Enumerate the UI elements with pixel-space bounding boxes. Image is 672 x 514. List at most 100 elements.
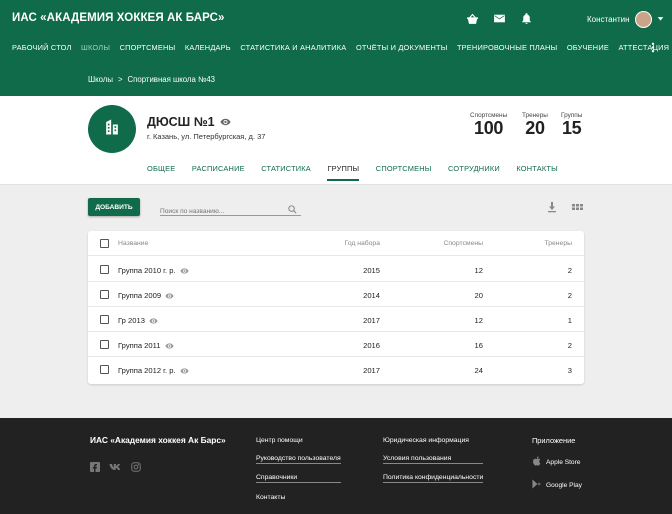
footer-link-user-guide[interactable]: Руководство пользователя bbox=[256, 455, 341, 464]
user-menu[interactable]: Константин bbox=[587, 11, 664, 28]
column-name[interactable]: Название bbox=[118, 240, 148, 247]
group-name: Группа 2011 bbox=[118, 341, 174, 351]
select-all-checkbox[interactable] bbox=[100, 239, 109, 248]
footer-link-directories[interactable]: Справочники bbox=[256, 474, 341, 483]
nav-item-learning[interactable]: ОБУЧЕНИЕ bbox=[567, 43, 609, 52]
group-coaches: 2 bbox=[567, 341, 572, 350]
tab-general[interactable]: ОБЩЕЕ bbox=[147, 164, 175, 181]
footer-link-terms[interactable]: Условия пользования bbox=[383, 455, 484, 464]
search-icon[interactable] bbox=[287, 202, 298, 220]
school-name: ДЮСШ №1 bbox=[147, 115, 231, 129]
building-icon bbox=[102, 117, 122, 142]
more-vertical-icon[interactable] bbox=[651, 42, 655, 56]
stat-value: 20 bbox=[525, 118, 545, 138]
row-checkbox[interactable] bbox=[100, 290, 109, 299]
tab-contacts[interactable]: КОНТАКТЫ bbox=[516, 164, 557, 181]
download-icon[interactable] bbox=[547, 200, 557, 218]
mail-icon[interactable] bbox=[493, 12, 506, 25]
school-tabs: ОБЩЕЕ РАСПИСАНИЕ СТАТИСТИКА ГРУППЫ СПОРТ… bbox=[147, 164, 574, 181]
eye-icon[interactable] bbox=[165, 292, 174, 301]
nav-item-athletes[interactable]: СПОРТСМЕНЫ bbox=[120, 43, 176, 52]
table-row[interactable]: Группа 2012 г. р. 2017 24 3 bbox=[88, 357, 584, 382]
group-name: Гр 2013 bbox=[118, 316, 158, 326]
row-checkbox[interactable] bbox=[100, 265, 109, 274]
tab-schedule[interactable]: РАСПИСАНИЕ bbox=[192, 164, 245, 181]
eye-icon[interactable] bbox=[220, 115, 231, 129]
footer-app-title: Приложение bbox=[532, 436, 576, 445]
eye-icon[interactable] bbox=[164, 342, 174, 351]
basket-icon[interactable] bbox=[466, 12, 479, 25]
facebook-icon[interactable] bbox=[90, 459, 100, 477]
nav-item-reports[interactable]: ОТЧЁТЫ И ДОКУМЕНТЫ bbox=[356, 43, 448, 52]
group-year: 2015 bbox=[363, 266, 380, 275]
group-name-text[interactable]: Группа 2009 bbox=[118, 291, 161, 300]
nav-item-training-plans[interactable]: ТРЕНИРОВОЧНЫЕ ПЛАНЫ bbox=[457, 43, 557, 52]
vk-icon[interactable] bbox=[109, 459, 122, 477]
nav-item-certification[interactable]: АТТЕСТАЦИЯ bbox=[619, 43, 670, 52]
nav-item-calendar[interactable]: КАЛЕНДАРЬ bbox=[185, 43, 231, 52]
add-button[interactable]: ДОБАВИТЬ bbox=[88, 198, 140, 216]
group-name-text[interactable]: Группа 2010 г. р. bbox=[118, 266, 176, 275]
table-row[interactable]: Группа 2011 2016 16 2 bbox=[88, 332, 584, 357]
group-year: 2016 bbox=[363, 341, 380, 350]
grid-view-icon[interactable] bbox=[572, 201, 583, 219]
school-address: г. Казань, ул. Петербургская, д. 37 bbox=[147, 132, 266, 141]
row-checkbox[interactable] bbox=[100, 315, 109, 324]
eye-icon[interactable] bbox=[179, 367, 189, 376]
group-coaches: 2 bbox=[567, 266, 572, 275]
tab-groups[interactable]: ГРУППЫ bbox=[327, 164, 360, 181]
breadcrumb-separator: > bbox=[117, 75, 123, 84]
column-year[interactable]: Год набора bbox=[345, 240, 380, 247]
tab-staff[interactable]: СОТРУДНИКИ bbox=[448, 164, 500, 181]
row-checkbox[interactable] bbox=[100, 365, 109, 374]
table-row[interactable]: Группа 2009 2014 20 2 bbox=[88, 282, 584, 307]
user-name: Константин bbox=[587, 15, 630, 24]
footer-link-help-center[interactable]: Центр помощи bbox=[256, 437, 341, 444]
search-box bbox=[160, 200, 301, 216]
google-play-icon bbox=[532, 479, 541, 491]
group-coaches: 2 bbox=[567, 291, 572, 300]
social-links bbox=[90, 459, 141, 477]
group-name-text[interactable]: Гр 2013 bbox=[118, 316, 145, 325]
breadcrumb-current[interactable]: Спортивная школа №43 bbox=[128, 75, 215, 84]
footer-legal-links: Юридическая информация Условия пользован… bbox=[383, 437, 484, 494]
top-bar: ИАС «АКАДЕМИЯ ХОККЕЯ АК БАРС» Константин… bbox=[0, 0, 672, 96]
group-name-text[interactable]: Группа 2011 bbox=[118, 341, 161, 350]
google-play-label: Google Play bbox=[546, 481, 582, 489]
row-checkbox[interactable] bbox=[100, 340, 109, 349]
footer-link-legal-info[interactable]: Юридическая информация bbox=[383, 437, 483, 444]
group-coaches: 1 bbox=[567, 316, 572, 325]
nav-item-schools[interactable]: ШКОЛЫ bbox=[81, 43, 110, 52]
nav-item-dashboard[interactable]: РАБОЧИЙ СТОЛ bbox=[12, 43, 72, 52]
tab-athletes[interactable]: СПОРТСМЕНЫ bbox=[376, 164, 432, 181]
google-play-link[interactable]: Google Play bbox=[532, 479, 582, 491]
breadcrumb: Школы > Спортивная школа №43 bbox=[88, 75, 215, 84]
group-year: 2014 bbox=[363, 291, 380, 300]
table-row[interactable]: Группа 2010 г. р. 2015 12 2 bbox=[88, 257, 584, 282]
nav-item-statistics[interactable]: СТАТИСТИКА И АНАЛИТИКА bbox=[240, 43, 346, 52]
apple-store-label: Apple Store bbox=[546, 458, 581, 466]
bell-icon[interactable] bbox=[520, 12, 533, 25]
app-title[interactable]: ИАС «АКАДЕМИЯ ХОККЕЯ АК БАРС» bbox=[12, 12, 225, 24]
eye-icon[interactable] bbox=[149, 317, 158, 326]
stat-value: 15 bbox=[561, 118, 582, 138]
search-input[interactable] bbox=[160, 205, 280, 215]
footer-title: ИАС «Академия хоккея Ак Барс» bbox=[90, 435, 226, 445]
tab-statistics[interactable]: СТАТИСТИКА bbox=[261, 164, 311, 181]
column-coaches[interactable]: Тренеры bbox=[544, 240, 572, 247]
instagram-icon[interactable] bbox=[131, 459, 141, 477]
breadcrumb-schools[interactable]: Школы bbox=[88, 75, 113, 84]
column-athletes[interactable]: Спортсмены bbox=[443, 240, 483, 247]
footer-link-contacts[interactable]: Контакты bbox=[256, 494, 341, 501]
footer-link-privacy[interactable]: Политика конфиденциальности bbox=[383, 474, 484, 483]
table-row[interactable]: Гр 2013 2017 12 1 bbox=[88, 307, 584, 332]
group-athletes: 20 bbox=[474, 291, 483, 300]
footer-app: Приложение Apple Store Google Play bbox=[532, 436, 582, 491]
top-icons bbox=[466, 12, 533, 25]
stat-coaches: Тренеры 20 bbox=[522, 112, 548, 137]
group-name-text[interactable]: Группа 2012 г. р. bbox=[118, 366, 176, 375]
stat-groups: Группы 15 bbox=[561, 112, 582, 137]
table-header: Название Год набора Спортсмены Тренеры bbox=[88, 231, 584, 256]
eye-icon[interactable] bbox=[179, 267, 189, 276]
apple-store-link[interactable]: Apple Store bbox=[532, 456, 582, 468]
